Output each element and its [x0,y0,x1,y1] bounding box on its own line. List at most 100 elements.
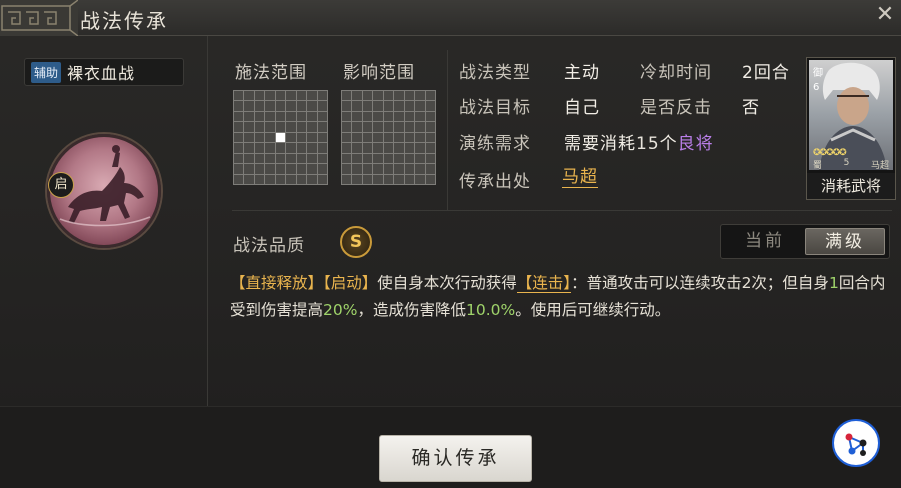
start-badge: 启 [48,172,74,198]
grid-cell [373,143,383,153]
grid-cell [286,143,296,153]
info-label-source: 传承出处 [459,172,531,192]
grid-cell [425,122,435,132]
desc-direct-cast: 【直接释放】 [230,274,324,292]
grid-cell [373,101,383,111]
grid-cell [415,111,425,122]
grid-cell [352,164,362,174]
grid-cell [342,122,352,132]
general-card[interactable]: 御 6 ✪✪✪✪✪ 蜀 5 马超 消耗武将 [806,57,896,200]
grid-cell [342,132,352,143]
tactic-description: 【直接释放】【启动】使自身本次行动获得【连击】：普通攻击可以连续攻击2次；但自身… [230,270,895,324]
general-cost: 5 [843,158,850,168]
grid-cell [383,132,394,143]
grid-cell [404,111,415,122]
toggle-max-level[interactable]: 满级 [805,228,885,255]
grid-cell [254,174,265,184]
grid-cell [383,143,394,153]
grid-cell [342,164,352,174]
grid-cell [234,153,244,164]
desc-combo-link[interactable]: 【连击】 [516,274,572,293]
grid-cell [275,101,286,111]
grid-cell [244,164,254,174]
grid-cell [244,132,254,143]
info-label-target: 战法目标 [459,98,531,118]
cast-range-label: 施法范围 [235,63,307,83]
grid-cell [425,101,435,111]
desc-text: 使自身本次行动获得 [377,274,517,292]
grid-cell [362,153,373,164]
grid-cell [342,153,352,164]
grid-cell [404,143,415,153]
grid-cell [296,132,307,143]
grid-cell [317,153,327,164]
grid-cell [317,111,327,122]
grid-cell [244,101,254,111]
effect-range-grid [341,90,436,185]
grid-cell [296,174,307,184]
grid-cell [415,101,425,111]
grid-cell [317,122,327,132]
grid-cell [342,101,352,111]
grid-cell [296,111,307,122]
grid-cell [286,111,296,122]
tactic-inherit-dialog: 战法传承 ✕ 辅助 裸衣血战 启 施法范围 影响范围 战法类型 主动 冷却时间 … [0,0,901,488]
close-button[interactable]: ✕ [873,4,897,28]
grid-cell [425,132,435,143]
grid-cell [254,111,265,122]
info-value-requirement: 需要消耗15个良将 [564,129,714,154]
grid-cell [394,111,404,122]
source-general-link[interactable]: 马超 [562,167,598,188]
grid-cell [317,143,327,153]
grid-cell [296,164,307,174]
grid-cell [286,101,296,111]
grid-cell [275,143,286,153]
general-rank: 御 [813,68,823,79]
grid-cell [352,122,362,132]
grid-cell [373,111,383,122]
grid-cell [265,101,275,111]
desc-damage-taken: 20% [323,301,358,319]
grid-cell [234,174,244,184]
grid-cell [244,91,254,101]
grid-cell [342,91,352,101]
grid-cell [275,122,286,132]
tactic-name-tag: 辅助 裸衣血战 [24,58,184,86]
grid-cell [352,143,362,153]
grid-cell [244,111,254,122]
grid-cell [317,164,327,174]
grid-cell [383,101,394,111]
grid-cell [404,174,415,184]
quality-grade-badge: S [340,226,372,258]
grid-cell [362,91,373,101]
grid-cell [317,132,327,143]
grid-cell [352,153,362,164]
grid-cell [415,164,425,174]
grid-cell [404,101,415,111]
grid-cell [307,91,317,101]
general-faction: 蜀 [813,161,823,171]
requirement-tag: 良将 [677,134,714,154]
grid-cell [275,164,286,174]
grid-cell [296,153,307,164]
toggle-current-level[interactable]: 当前 [725,228,805,255]
grid-cell [265,164,275,174]
grid-cell [362,132,373,143]
requirement-unit: 个 [659,134,678,154]
divider [232,210,892,211]
grid-cell [317,91,327,101]
floating-assistant-button[interactable] [832,419,880,467]
grid-cell [265,174,275,184]
grid-cell [254,164,265,174]
grid-cell [317,174,327,184]
grid-cell [373,153,383,164]
info-label-cooldown: 冷却时间 [640,63,712,83]
grid-cell [362,111,373,122]
grid-cell [296,101,307,111]
grid-cell [373,174,383,184]
grid-cell [275,91,286,101]
grid-cell [404,164,415,174]
confirm-inherit-button[interactable]: 确认传承 [379,435,532,482]
grid-cell [307,132,317,143]
grid-cell [415,174,425,184]
